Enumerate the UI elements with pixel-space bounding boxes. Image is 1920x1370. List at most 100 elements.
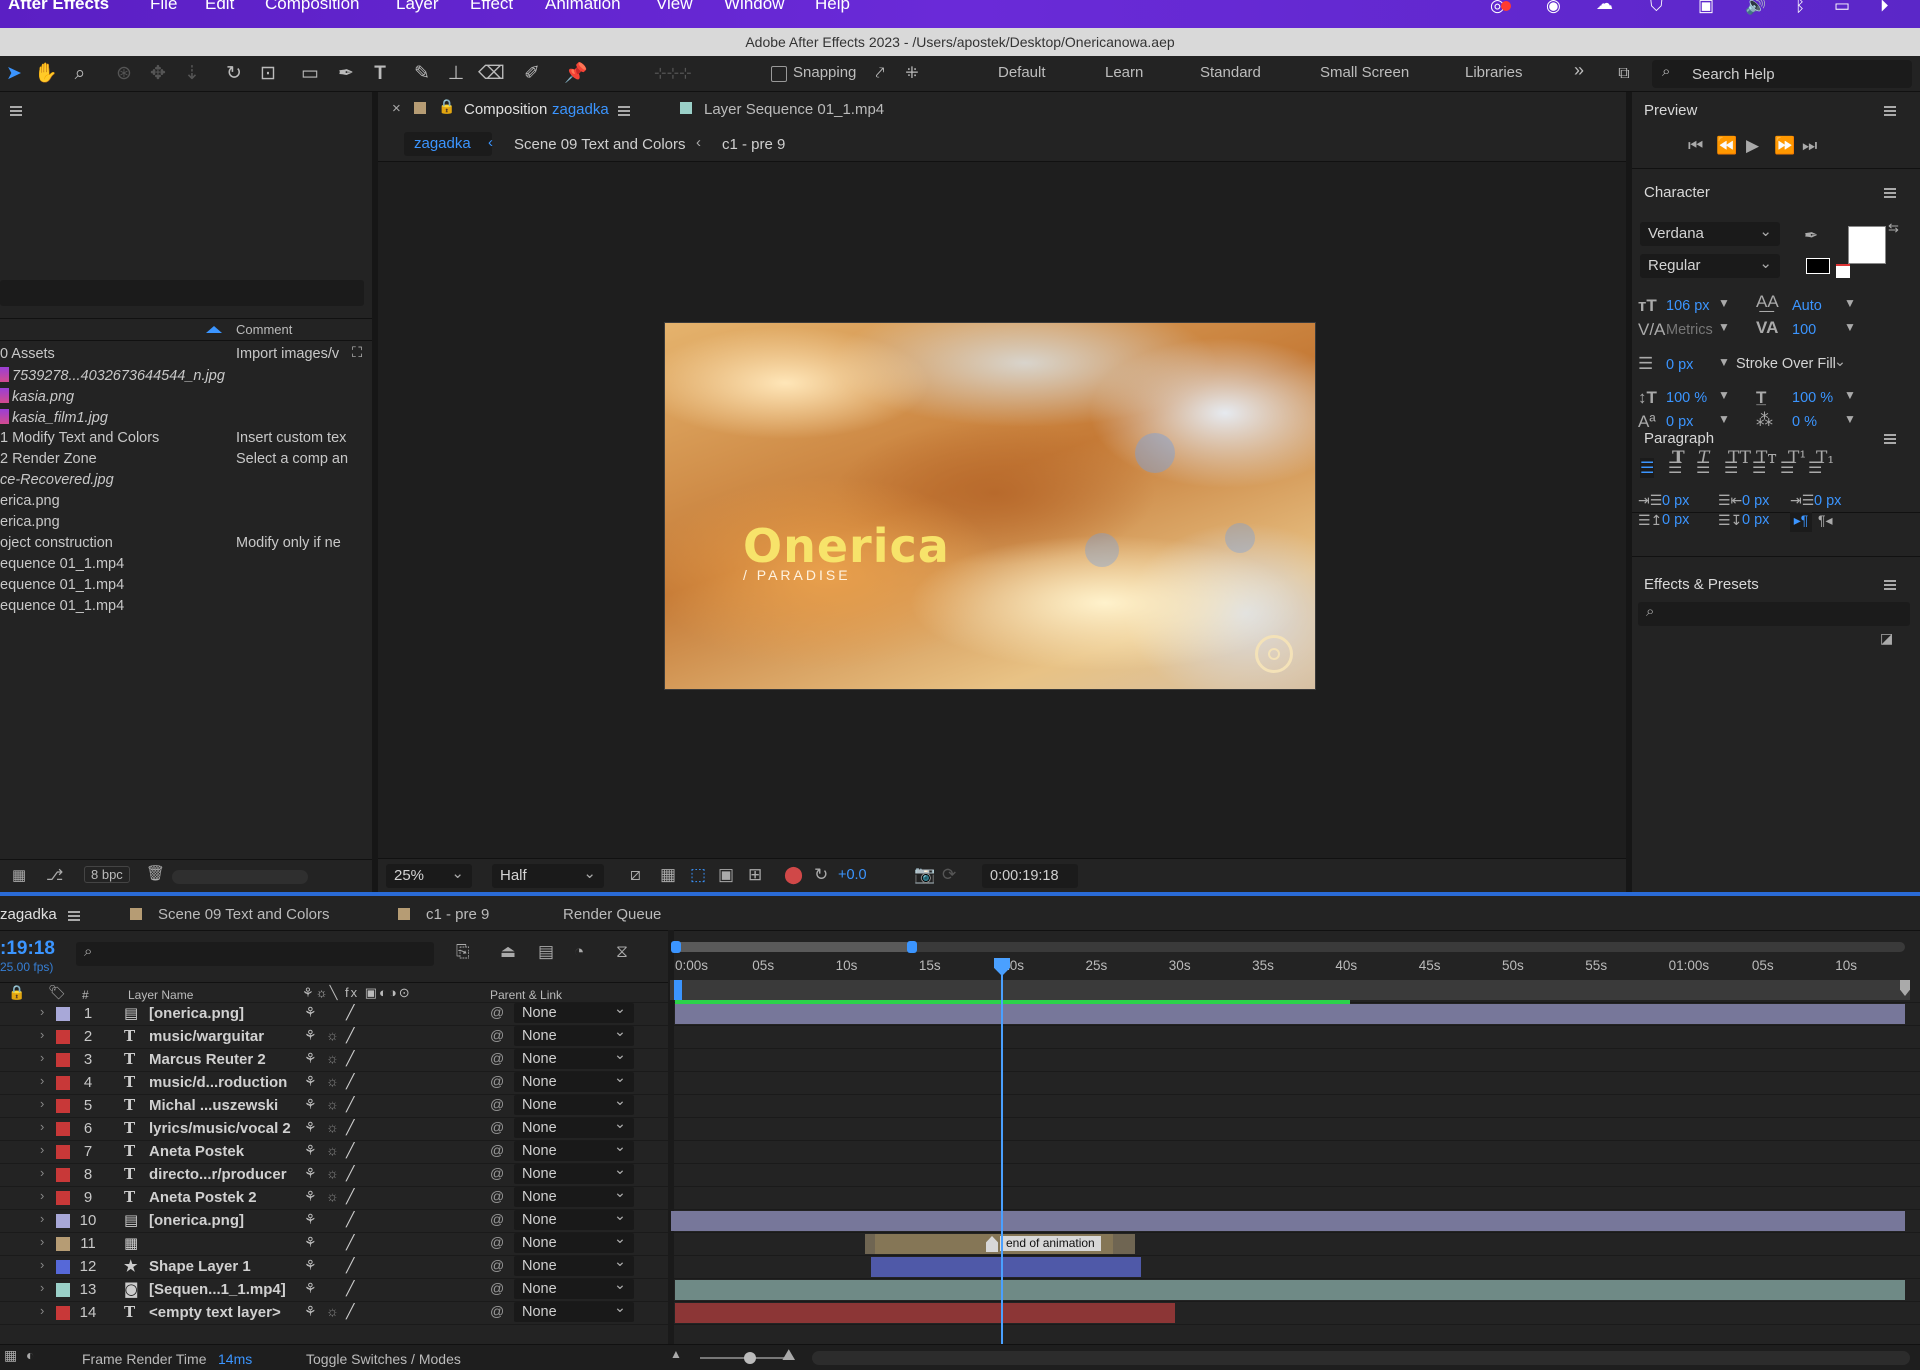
layer-row[interactable]: › 6 Tlyrics/music/vocal 2 ⚘ ☼ ╱ @ None [0,1114,660,1140]
pen-tool-icon[interactable]: ✒ [334,62,358,86]
stroke-mode-dropdown[interactable]: Stroke Over Fill ⌄ [1728,352,1854,376]
expand-twirl-icon[interactable]: › [40,1119,44,1134]
layer-name[interactable]: lyrics/music/vocal 2 [149,1120,291,1137]
align-center-icon[interactable]: ☰ [1668,458,1682,478]
parent-dropdown[interactable]: None [514,1252,634,1276]
parent-dropdown[interactable]: None [514,1206,634,1230]
character-menu-icon[interactable] [1884,188,1896,198]
stroke-width-value[interactable]: 0 px [1666,357,1693,373]
expand-twirl-icon[interactable]: › [40,1027,44,1042]
guides-icon[interactable]: ⊞ [748,865,762,885]
menu-animation[interactable]: Animation [545,0,621,14]
layer-row[interactable]: › 3 T Marcus Reuter 2 ⚘ ☼ ╱ @ None [0,1045,660,1071]
timeline-tab-render-queue[interactable]: Render Queue [563,906,661,923]
layer-bar[interactable] [675,1303,1175,1323]
pick-whip-icon[interactable]: @ [490,1188,504,1204]
preview-menu-icon[interactable] [1884,106,1896,116]
layer-switches-icon[interactable]: ▦ [4,1347,17,1364]
leading-dropdown-icon[interactable]: ▼ [1844,296,1856,310]
collapse-switch-icon[interactable]: ☼ [326,1119,339,1135]
quality-switch-icon[interactable]: ╱ [346,1142,354,1159]
quality-switch-icon[interactable]: ╱ [346,1119,354,1136]
layer-label-color[interactable] [56,1191,70,1205]
indent-right-value[interactable]: 0 px [1742,493,1769,509]
shy-switch-icon[interactable]: ⚘ [304,1211,317,1228]
tracking-dropdown-icon[interactable]: ▼ [1844,320,1856,334]
tab-composition-name[interactable]: zagadka [552,101,609,118]
expand-twirl-icon[interactable]: › [40,1257,44,1272]
layer-bar[interactable] [675,1280,1905,1300]
expand-twirl-icon[interactable]: › [40,1142,44,1157]
layer-name[interactable]: [onerica.png] [149,1212,244,1229]
next-frame-icon[interactable]: ⏩ [1774,136,1795,156]
roto-brush-icon[interactable]: ✐ [520,62,544,86]
leading-value[interactable]: Auto [1792,298,1822,314]
layer-row[interactable]: › 9 T Aneta Postek 2 ⚘ ☼ ╱ @ None [0,1183,660,1209]
fill-color-swatch[interactable] [1848,226,1886,264]
layer-label-color[interactable] [56,1053,70,1067]
workspace-overflow[interactable]: » [1574,60,1584,81]
region-of-interest-icon[interactable]: ▣ [718,865,734,885]
layer-row[interactable]: › 8 Tdirecto...r/producer ⚘ ☼ ╱ @ None [0,1160,660,1186]
timeline-tab-menu-icon[interactable] [68,911,80,921]
brush-tool-icon[interactable]: ✎ [410,62,434,86]
expand-twirl-icon[interactable]: › [40,1234,44,1249]
resolution-dropdown[interactable]: Half ⌄ [492,864,604,888]
horizontal-scale-value[interactable]: 100 % [1792,390,1833,406]
expand-twirl-icon[interactable]: › [40,1303,44,1318]
orbit-tool-icon[interactable]: ⊛ [112,62,136,86]
close-tab-icon[interactable]: × [392,100,401,117]
composition-flowchart-icon[interactable]: ⎘ [456,942,470,962]
quality-switch-icon[interactable]: ╱ [346,1027,354,1044]
timeline-zoom-slider[interactable] [700,1352,790,1364]
layer-row[interactable]: › 10 ▤ [onerica.png] ⚘ ╱ @ None [0,1206,660,1232]
new-folder-icon[interactable]: ⎇ [46,866,63,884]
tab-composition-label[interactable]: Composition [464,101,547,118]
search-help-field[interactable]: ⌕ Search Help [1652,60,1912,88]
selection-tool-icon[interactable]: ➤ [2,62,26,86]
parent-dropdown[interactable]: None [514,1045,634,1069]
justify-last-right-icon[interactable]: ☰ [1780,458,1794,478]
font-size-value[interactable]: 106 px [1666,298,1710,314]
quality-switch-icon[interactable]: ╱ [346,1096,354,1113]
breadcrumb-c1-pre9[interactable]: c1 - pre 9 [722,136,785,153]
frame-blending-icon[interactable]: ▤ [538,942,554,962]
current-timecode[interactable]: :19:18 [0,938,55,960]
expand-twirl-icon[interactable]: › [40,1165,44,1180]
shy-switch-icon[interactable]: ⚘ [304,1142,317,1159]
collapse-switch-icon[interactable]: ☼ [326,1050,339,1066]
menu-view[interactable]: View [656,0,693,14]
layer-label-color[interactable] [56,1260,70,1274]
first-frame-icon[interactable]: ⏮ [1688,136,1703,156]
navigator-end-handle[interactable] [907,941,917,953]
snapping-checkbox[interactable] [771,66,787,82]
user-icon[interactable]: ◉ [1546,0,1561,16]
horizontal-scale-dropdown-icon[interactable]: ▼ [1844,388,1856,402]
clone-stamp-icon[interactable]: ⊥ [444,62,468,86]
pick-whip-icon[interactable]: @ [490,1280,504,1296]
timeline-tab-zagadka[interactable]: zagadka [0,906,57,923]
layer-row[interactable]: › 5 T Michal ...uszewski ⚘ ☼ ╱ @ None [0,1091,660,1117]
layer-row[interactable]: › 2 Tmusic/warguitar ⚘ ☼ ╱ @ None [0,1022,660,1048]
layer-row[interactable]: › 12 ★ Shape Layer 1 ⚘ ╱ @ None [0,1252,660,1278]
workspace-libraries[interactable]: Libraries [1465,64,1523,81]
tracking-value[interactable]: 100 [1792,322,1816,338]
draft-3d-icon[interactable]: ⏏ [500,942,516,962]
snapshot-icon[interactable]: 📷 [914,865,935,885]
parent-dropdown[interactable]: None [514,1229,634,1253]
parent-dropdown[interactable]: None [514,1114,634,1138]
shy-switch-icon[interactable]: ⚘ [304,1027,317,1044]
shy-switch-icon[interactable]: ⚘ [304,1188,317,1205]
shy-switch-icon[interactable]: ⚘ [304,1165,317,1182]
layer-bar[interactable] [675,1004,1905,1024]
comment-column-header[interactable]: Comment [236,322,292,337]
fast-preview-icon[interactable]: ⧄ [630,865,641,885]
shy-switch-icon[interactable]: ⚘ [304,1257,317,1274]
no-fill-icon[interactable] [1836,264,1850,278]
layer-name[interactable]: [onerica.png] [149,1005,244,1022]
menu-window[interactable]: Window [724,0,784,14]
justify-all-icon[interactable]: ☰ [1808,458,1822,478]
bluetooth-icon[interactable]: ᛒ [1795,0,1805,16]
pick-whip-icon[interactable]: @ [490,1073,504,1089]
layer-label-color[interactable] [56,1283,70,1297]
